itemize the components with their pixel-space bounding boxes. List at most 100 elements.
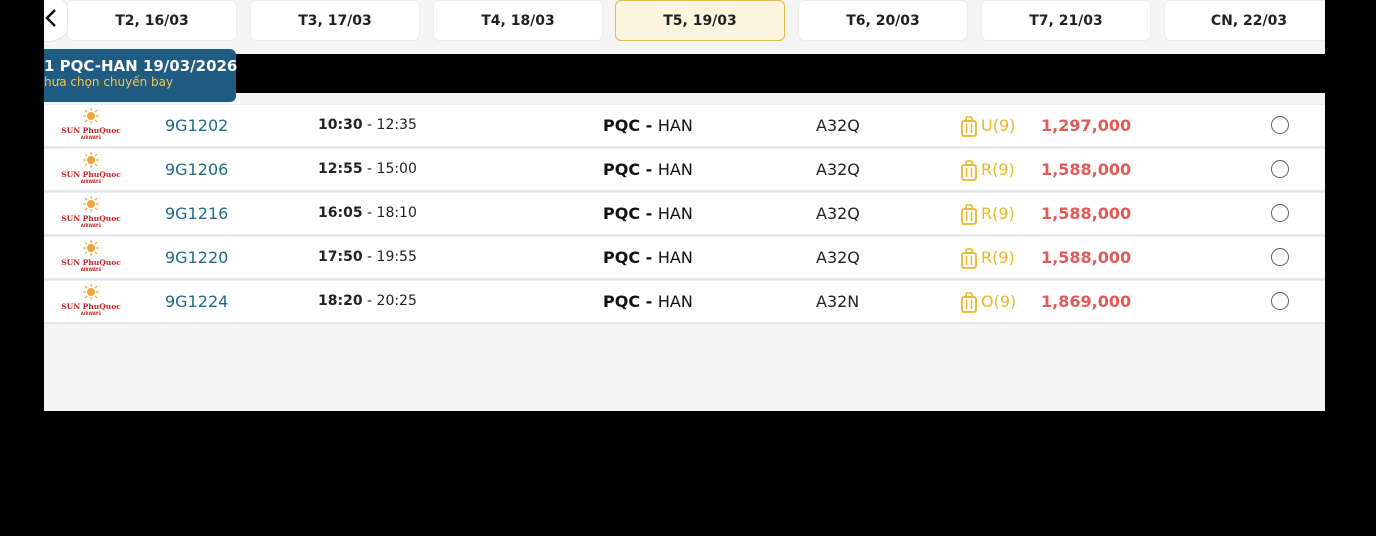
destination-code: HAN xyxy=(657,204,693,223)
date-tab[interactable]: T7, 21/03 xyxy=(981,0,1151,41)
date-tab-label: CN, 22/03 xyxy=(1210,12,1288,29)
arrive-time: - 15:00 xyxy=(362,161,417,177)
aircraft-type: A32Q xyxy=(816,160,860,179)
depart-time: 12:55 xyxy=(318,161,363,177)
flight-route: PQC - HAN xyxy=(603,160,693,179)
flight-row[interactable]: SUN PhuQuoc AIRWAYS 9G1224 18:20 - 20:25… xyxy=(44,280,1325,324)
flight-number: 9G1220 xyxy=(165,248,229,267)
logo-text: SUN PhuQuoc xyxy=(61,258,121,267)
date-tab-selected[interactable]: T5, 19/03 xyxy=(615,0,785,41)
flight-number: 9G1202 xyxy=(165,116,229,135)
sun-icon xyxy=(83,196,99,212)
depart-time: 16:05 xyxy=(318,205,363,221)
route-separator: - xyxy=(640,116,658,135)
destination-code: HAN xyxy=(657,116,693,135)
route-separator: - xyxy=(640,160,658,179)
depart-time: 10:30 xyxy=(318,117,363,133)
arrive-time: - 12:35 xyxy=(362,117,417,133)
select-flight-radio[interactable] xyxy=(1271,248,1289,266)
flight-row[interactable]: SUN PhuQuoc AIRWAYS 9G1206 12:55 - 15:00… xyxy=(44,148,1325,192)
origin-code: PQC xyxy=(603,292,641,311)
luggage-icon xyxy=(961,248,977,269)
logo-subtext: AIRWAYS xyxy=(81,135,102,140)
origin-code: PQC xyxy=(603,116,641,135)
flight-times: 17:50 - 19:55 xyxy=(318,249,417,265)
leg-tag: 1 PQC-HAN 19/03/2026 hưa chọn chuyến bay xyxy=(44,49,238,102)
sun-icon xyxy=(83,108,99,124)
select-flight-radio[interactable] xyxy=(1271,292,1289,310)
luggage-icon xyxy=(961,204,977,225)
flight-number: 9G1216 xyxy=(165,204,229,223)
fare-class: R(9) xyxy=(981,248,1015,267)
flight-number: 9G1206 xyxy=(165,160,229,179)
airline-logo: SUN PhuQuoc AIRWAYS xyxy=(61,108,121,140)
route-separator: - xyxy=(640,204,658,223)
luggage-icon xyxy=(961,292,977,313)
flight-row[interactable]: SUN PhuQuoc AIRWAYS 9G1220 17:50 - 19:55… xyxy=(44,236,1325,280)
select-flight-radio[interactable] xyxy=(1271,160,1289,178)
fare-price: 1,588,000 xyxy=(1041,248,1132,267)
chevron-left-icon xyxy=(45,9,56,27)
date-tab-label: T2, 16/03 xyxy=(115,12,189,29)
flight-row[interactable]: SUN PhuQuoc AIRWAYS 9G1202 10:30 - 12:35… xyxy=(44,104,1325,148)
destination-code: HAN xyxy=(657,292,693,311)
date-tab[interactable]: CN, 22/03 xyxy=(1164,0,1325,41)
logo-text: SUN PhuQuoc xyxy=(61,214,121,223)
arrive-time: - 20:25 xyxy=(362,293,417,309)
logo-subtext: AIRWAYS xyxy=(81,267,102,272)
fare-class: U(9) xyxy=(981,116,1016,135)
airline-logo: SUN PhuQuoc AIRWAYS xyxy=(61,196,121,228)
arrive-time: - 18:10 xyxy=(362,205,417,221)
fare-class: O(9) xyxy=(981,292,1017,311)
flight-route: PQC - HAN xyxy=(603,116,693,135)
select-flight-radio[interactable] xyxy=(1271,116,1289,134)
flight-number: 9G1224 xyxy=(165,292,229,311)
logo-subtext: AIRWAYS xyxy=(81,179,102,184)
date-tab[interactable]: T6, 20/03 xyxy=(798,0,968,41)
date-tab-label: T5, 19/03 xyxy=(663,12,737,29)
date-tab[interactable]: T3, 17/03 xyxy=(250,0,420,41)
destination-code: HAN xyxy=(657,248,693,267)
flight-panel: T2, 16/03 T3, 17/03 T4, 18/03 T5, 19/03 … xyxy=(44,0,1325,411)
flight-times: 16:05 - 18:10 xyxy=(318,205,417,221)
depart-time: 17:50 xyxy=(318,249,363,265)
date-tab[interactable]: T2, 16/03 xyxy=(67,0,237,41)
flight-route: PQC - HAN xyxy=(603,204,693,223)
date-tab-label: T3, 17/03 xyxy=(298,12,372,29)
luggage-icon xyxy=(961,116,977,137)
arrive-time: - 19:55 xyxy=(362,249,417,265)
date-strip: T2, 16/03 T3, 17/03 T4, 18/03 T5, 19/03 … xyxy=(44,0,1325,54)
aircraft-type: A32N xyxy=(816,292,860,311)
depart-time: 18:20 xyxy=(318,293,363,309)
date-tab-label: T6, 20/03 xyxy=(846,12,920,29)
aircraft-type: A32Q xyxy=(816,248,860,267)
select-flight-radio[interactable] xyxy=(1271,204,1289,222)
fare-price: 1,869,000 xyxy=(1041,292,1132,311)
airline-logo: SUN PhuQuoc AIRWAYS xyxy=(61,152,121,184)
route-separator: - xyxy=(640,248,658,267)
fare-price: 1,297,000 xyxy=(1041,116,1132,135)
aircraft-type: A32Q xyxy=(816,116,860,135)
logo-text: SUN PhuQuoc xyxy=(61,302,121,311)
flight-route: PQC - HAN xyxy=(603,248,693,267)
airline-logo: SUN PhuQuoc AIRWAYS xyxy=(61,284,121,316)
leg-title: 1 PQC-HAN 19/03/2026 xyxy=(44,57,238,75)
flight-times: 12:55 - 15:00 xyxy=(318,161,417,177)
logo-text: SUN PhuQuoc xyxy=(61,170,121,179)
logo-text: SUN PhuQuoc xyxy=(61,126,121,135)
flight-row[interactable]: SUN PhuQuoc AIRWAYS 9G1216 16:05 - 18:10… xyxy=(44,192,1325,236)
fare-class: R(9) xyxy=(981,160,1015,179)
flight-times: 10:30 - 12:35 xyxy=(318,117,417,133)
destination-code: HAN xyxy=(657,160,693,179)
route-separator: - xyxy=(640,292,658,311)
flight-list: SUN PhuQuoc AIRWAYS 9G1202 10:30 - 12:35… xyxy=(44,104,1325,324)
logo-subtext: AIRWAYS xyxy=(81,311,102,316)
luggage-icon xyxy=(961,160,977,181)
aircraft-type: A32Q xyxy=(816,204,860,223)
date-tab[interactable]: T4, 18/03 xyxy=(433,0,603,41)
leg-subtitle: hưa chọn chuyến bay xyxy=(44,75,174,89)
origin-code: PQC xyxy=(603,248,641,267)
flight-route: PQC - HAN xyxy=(603,292,693,311)
flight-times: 18:20 - 20:25 xyxy=(318,293,417,309)
fare-price: 1,588,000 xyxy=(1041,160,1132,179)
